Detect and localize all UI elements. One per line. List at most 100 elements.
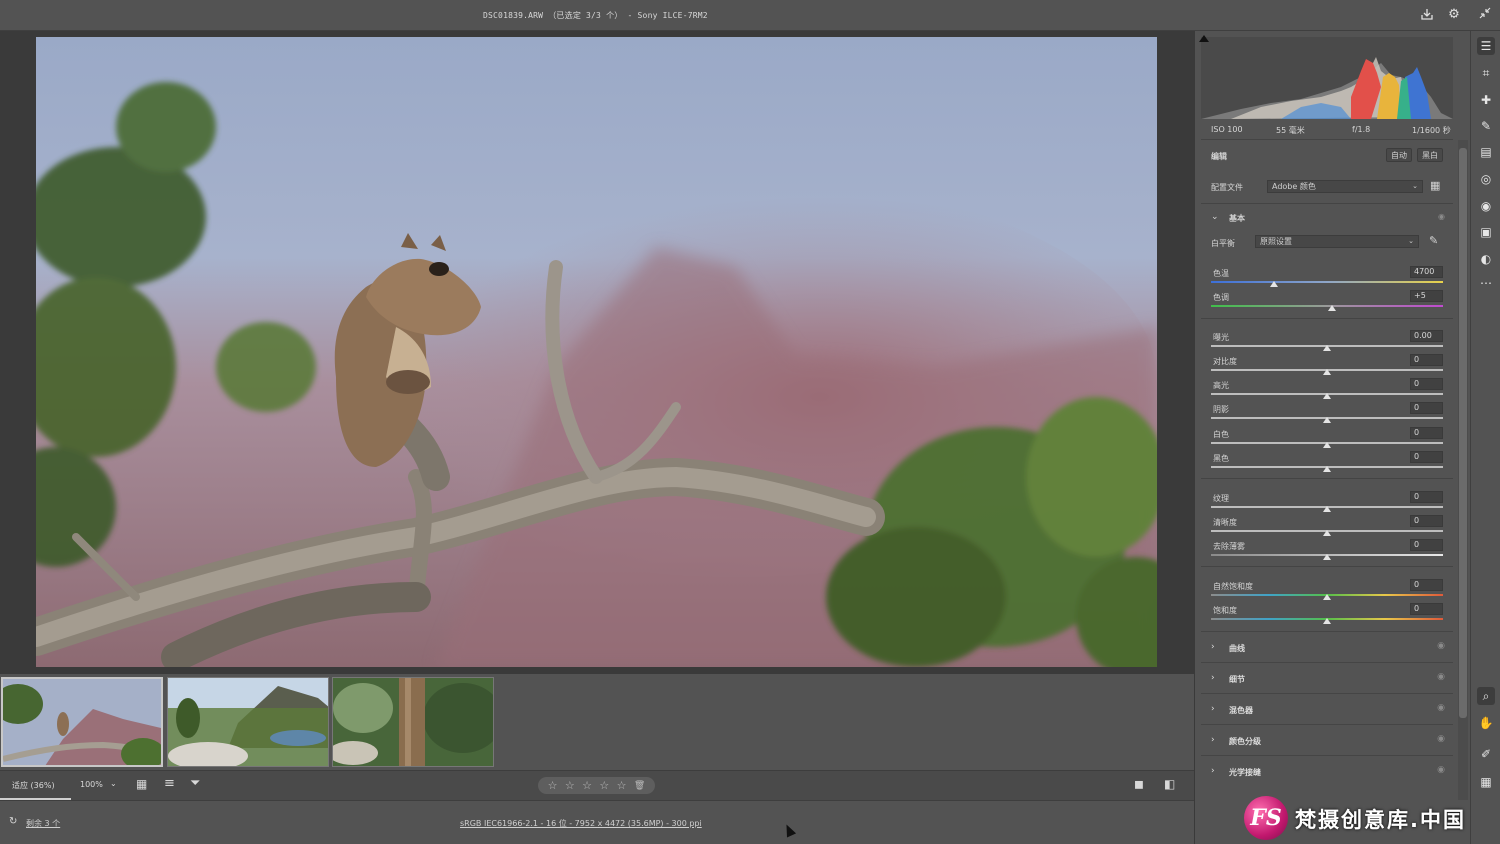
- brush-icon[interactable]: ✎: [1477, 117, 1495, 135]
- hand-icon[interactable]: ✋: [1477, 714, 1495, 732]
- blacks-label: 黑色: [1213, 454, 1229, 463]
- trash-icon[interactable]: 🗑: [634, 781, 645, 791]
- basic-collapse-chevron-icon[interactable]: ⌄: [1211, 212, 1219, 222]
- chevron-right-icon[interactable]: ›: [1211, 642, 1215, 652]
- star-4-icon[interactable]: ☆: [599, 779, 609, 792]
- compare-view-icon[interactable]: ◧: [1164, 777, 1175, 791]
- auto-button[interactable]: 自动: [1386, 148, 1412, 162]
- single-view-icon[interactable]: ◼: [1134, 777, 1144, 791]
- zoom-icon[interactable]: ⌕: [1477, 687, 1495, 705]
- highlights-value-input[interactable]: 0: [1410, 378, 1443, 390]
- basic-section-title[interactable]: 基本: [1229, 213, 1245, 224]
- fit-zoom-button[interactable]: 适应 (36%): [12, 780, 55, 791]
- more-icon[interactable]: ⋯: [1477, 274, 1495, 292]
- zoom-dropdown-chevron-icon[interactable]: ⌄: [110, 779, 117, 788]
- visibility-eye-icon[interactable]: ◉: [1437, 641, 1445, 651]
- whites-value-input[interactable]: 0: [1410, 427, 1443, 439]
- shadows-slider-handle[interactable]: [1323, 417, 1331, 423]
- visibility-eye-icon[interactable]: ◉: [1437, 765, 1445, 775]
- highlights-slider-handle[interactable]: [1323, 393, 1331, 399]
- save-export-icon[interactable]: [1419, 7, 1435, 23]
- thumbnail-1[interactable]: [1, 677, 163, 767]
- redeye-icon[interactable]: ◉: [1477, 197, 1495, 215]
- vibrance-slider-handle[interactable]: [1323, 594, 1331, 600]
- settings-gear-icon[interactable]: ⚙: [1446, 7, 1462, 23]
- radial-icon[interactable]: ◎: [1477, 170, 1495, 188]
- bottom-toolbar: 适应 (36%) 100% ⌄ ▦ ≡ ⏷ ☆ ☆ ☆ ☆ ☆ 🗑 ◼ ◧: [0, 770, 1194, 800]
- exposure-slider-handle[interactable]: [1323, 345, 1331, 351]
- eyedropper-icon[interactable]: ✐: [1477, 745, 1495, 763]
- file-info-link[interactable]: sRGB IEC61966-2.1 - 16 位 - 7952 x 4472 (…: [460, 818, 702, 829]
- dehaze-value-input[interactable]: 0: [1410, 539, 1443, 551]
- star-5-icon[interactable]: ☆: [617, 779, 627, 792]
- crop-icon[interactable]: ⌗: [1477, 64, 1495, 82]
- panel-scrollbar-thumb[interactable]: [1459, 148, 1467, 718]
- star-2-icon[interactable]: ☆: [565, 779, 575, 792]
- chevron-right-icon[interactable]: ›: [1211, 735, 1215, 745]
- chevron-right-icon[interactable]: ›: [1211, 704, 1215, 714]
- panel-scrollbar[interactable]: [1458, 140, 1468, 800]
- thumbnail-3[interactable]: [332, 677, 494, 767]
- star-3-icon[interactable]: ☆: [582, 779, 592, 792]
- snapshot-icon[interactable]: ▣: [1477, 223, 1495, 241]
- visibility-eye-icon[interactable]: ◉: [1437, 703, 1445, 713]
- whites-slider-handle[interactable]: [1323, 442, 1331, 448]
- filmstrip-view-icon[interactable]: ▦: [136, 777, 147, 791]
- image-canvas[interactable]: [0, 31, 1194, 674]
- window-title: DSC01839.ARW （已选定 3/3 个） - Sony ILCE-7RM…: [483, 11, 708, 20]
- saturation-value-input[interactable]: 0: [1410, 603, 1443, 615]
- texture-slider-handle[interactable]: [1323, 506, 1331, 512]
- chevron-right-icon[interactable]: ›: [1211, 673, 1215, 683]
- thumbnail-2[interactable]: [167, 677, 329, 767]
- main-photo[interactable]: [36, 37, 1157, 667]
- rating-stars[interactable]: ☆ ☆ ☆ ☆ ☆ 🗑: [538, 777, 655, 794]
- star-1-icon[interactable]: ☆: [548, 779, 558, 792]
- wb-eyedropper-icon[interactable]: ✎: [1429, 234, 1438, 247]
- section-4[interactable]: › 颜色分级 ◉: [1201, 724, 1453, 755]
- collapse-icon[interactable]: [1477, 7, 1493, 23]
- tint-slider-handle[interactable]: [1327, 305, 1336, 311]
- clarity-slider-handle[interactable]: [1323, 530, 1331, 536]
- grid-icon[interactable]: ▦: [1477, 773, 1495, 791]
- section-1[interactable]: › 曲线 ◉: [1201, 631, 1453, 662]
- shadows-value-input[interactable]: 0: [1410, 402, 1443, 414]
- visibility-eye-icon[interactable]: ◉: [1437, 672, 1445, 682]
- texture-value-input[interactable]: 0: [1410, 491, 1443, 503]
- exposure-value-input[interactable]: 0.00: [1410, 330, 1443, 342]
- section-3[interactable]: › 混色器 ◉: [1201, 693, 1453, 724]
- section-5[interactable]: › 光学接缝 ◉: [1201, 755, 1453, 786]
- blacks-value-input[interactable]: 0: [1410, 451, 1443, 463]
- zoom-100-button[interactable]: 100%: [80, 780, 103, 789]
- chevron-right-icon[interactable]: ›: [1211, 766, 1215, 776]
- blacks-slider-handle[interactable]: [1323, 466, 1331, 472]
- section-2[interactable]: › 细节 ◉: [1201, 662, 1453, 693]
- bw-button[interactable]: 黑白: [1417, 148, 1443, 162]
- healing-icon[interactable]: ✚: [1477, 91, 1495, 109]
- edit-sliders-icon[interactable]: ☰: [1477, 37, 1495, 55]
- filmstrip: [0, 674, 1194, 770]
- basic-visibility-eye-icon[interactable]: ◉: [1438, 212, 1445, 221]
- temp-slider-track[interactable]: [1211, 281, 1443, 283]
- temp-slider-handle[interactable]: [1269, 281, 1278, 287]
- tint-value-input[interactable]: +5: [1410, 290, 1443, 302]
- divider: [1201, 318, 1453, 319]
- vibrance-value-input[interactable]: 0: [1410, 579, 1443, 591]
- presets-icon[interactable]: ◐: [1477, 250, 1495, 268]
- exposure-label: 曝光: [1213, 333, 1229, 342]
- gradient-icon[interactable]: ▤: [1477, 143, 1495, 161]
- wb-dropdown[interactable]: 原照设置 ⌄: [1255, 235, 1419, 248]
- profile-dropdown[interactable]: Adobe 颜色 ⌄: [1267, 180, 1423, 193]
- visibility-eye-icon[interactable]: ◉: [1437, 734, 1445, 744]
- saturation-slider-handle[interactable]: [1323, 618, 1331, 624]
- sync-icon[interactable]: ↻: [9, 816, 17, 827]
- clarity-value-input[interactable]: 0: [1410, 515, 1443, 527]
- filter-icon[interactable]: ⏷: [190, 776, 200, 791]
- contrast-slider-handle[interactable]: [1323, 369, 1331, 375]
- temp-value-input[interactable]: 4700: [1410, 266, 1443, 278]
- profile-browser-icon[interactable]: ▦: [1430, 179, 1440, 192]
- dehaze-slider-handle[interactable]: [1323, 554, 1331, 560]
- remaining-link[interactable]: 剩余 3 个: [26, 818, 60, 829]
- contrast-value-input[interactable]: 0: [1410, 354, 1443, 366]
- sort-icon[interactable]: ≡: [164, 776, 175, 791]
- clipping-warning-icon[interactable]: [1199, 35, 1209, 42]
